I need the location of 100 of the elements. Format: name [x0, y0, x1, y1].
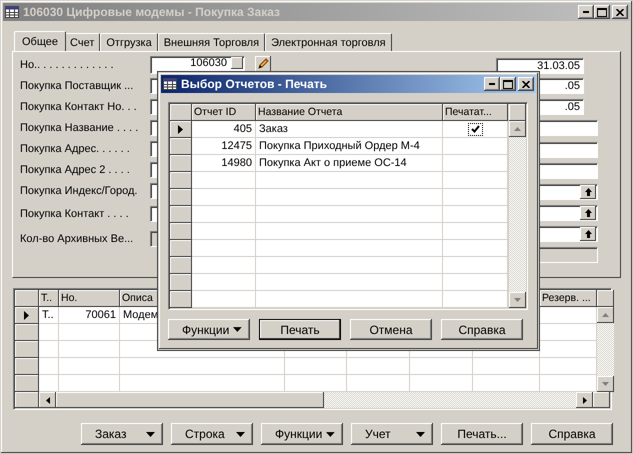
- row-header[interactable]: [170, 138, 192, 155]
- field-label: Покупка Адрес 2 . . . .: [20, 164, 131, 176]
- row-header[interactable]: [170, 240, 192, 257]
- menu-button[interactable]: Учет: [351, 423, 433, 445]
- table-cell: Покупка Акт о приеме ОС-14: [256, 155, 443, 172]
- menu-button[interactable]: Функции: [168, 319, 250, 340]
- command-button[interactable]: Справка: [531, 423, 613, 445]
- lookup-button[interactable]: [580, 226, 596, 240]
- minimize-button[interactable]: [578, 5, 594, 19]
- row-header[interactable]: [15, 358, 39, 375]
- close-button[interactable]: [612, 5, 628, 19]
- tab[interactable]: Электронная торговля: [265, 33, 392, 51]
- table-cell: [192, 257, 256, 274]
- row-header[interactable]: [170, 121, 192, 138]
- table-cell: [39, 324, 59, 341]
- tab[interactable]: Общее: [14, 31, 66, 51]
- print-button[interactable]: Печать: [259, 319, 341, 340]
- lookup-button[interactable]: [580, 184, 596, 198]
- scroll-down-button[interactable]: [509, 292, 526, 308]
- scroll-down-button[interactable]: [597, 376, 614, 392]
- column-header[interactable]: Резерв. ...: [540, 290, 597, 307]
- command-button[interactable]: Отмена: [350, 319, 432, 340]
- column-header[interactable]: Отчет ID: [192, 104, 256, 121]
- checkbox-cell[interactable]: [443, 138, 508, 155]
- table-icon: [163, 78, 177, 90]
- checkbox-cell[interactable]: [443, 155, 508, 172]
- row-header[interactable]: [170, 223, 192, 240]
- field-label: Кол-во Архивных Ве...: [20, 232, 134, 244]
- arrow-left-icon: [46, 396, 50, 404]
- table-cell: [59, 358, 120, 375]
- scroll-left-button[interactable]: [39, 392, 56, 408]
- table-cell: 70061: [59, 307, 120, 324]
- row-header[interactable]: [170, 274, 192, 291]
- tab[interactable]: Отгрузка: [100, 33, 158, 51]
- window-title: 106030 Цифровые модемы - Покупка Заказ: [23, 5, 282, 19]
- arrow-up-icon: [514, 127, 521, 131]
- minimize-button[interactable]: [484, 77, 500, 91]
- horizontal-scrollbar[interactable]: [39, 392, 593, 408]
- scroll-thumb[interactable]: [56, 392, 324, 408]
- table-cell: [192, 189, 256, 206]
- command-button[interactable]: Печать...: [441, 423, 523, 445]
- row-header[interactable]: [15, 375, 39, 392]
- caret-icon: [236, 432, 245, 436]
- row-header[interactable]: [170, 155, 192, 172]
- checkbox-cell[interactable]: [443, 121, 508, 138]
- arrow-up-icon: [584, 188, 592, 196]
- field-label: Покупка Контакт . . . .: [20, 208, 130, 220]
- row-header[interactable]: [170, 257, 192, 274]
- table-cell: [285, 375, 347, 392]
- row-header[interactable]: [170, 206, 192, 223]
- menu-button[interactable]: Строка: [171, 423, 253, 445]
- field-label: Покупка Контакт Но. . .: [20, 100, 138, 112]
- column-header[interactable]: Т..: [39, 290, 59, 307]
- checkbox[interactable]: [468, 122, 482, 136]
- table-cell: [192, 223, 256, 240]
- maximize-button[interactable]: [500, 77, 516, 91]
- lookup-button[interactable]: [580, 206, 596, 220]
- date-field[interactable]: 31.03.05: [496, 58, 584, 74]
- row-pointer-icon: [24, 310, 29, 320]
- menu-button[interactable]: Заказ: [81, 423, 163, 445]
- maximize-icon: [503, 80, 513, 88]
- table-cell: [192, 274, 256, 291]
- table-cell: [540, 375, 597, 392]
- table-cell: [443, 240, 508, 257]
- table-cell: [39, 341, 59, 358]
- vertical-scrollbar[interactable]: [597, 307, 614, 392]
- edit-button[interactable]: [255, 56, 271, 72]
- lookup-button[interactable]: [231, 57, 243, 69]
- table-cell: [443, 206, 508, 223]
- table-cell: [192, 172, 256, 189]
- close-icon: [522, 80, 530, 88]
- pencil-icon: [257, 58, 269, 70]
- field-label: Покупка Поставщик ...: [20, 80, 134, 92]
- column-header[interactable]: Печатат...: [443, 104, 508, 121]
- menu-button[interactable]: Функции: [261, 423, 343, 445]
- arrow-up-icon: [602, 313, 609, 317]
- row-header[interactable]: [170, 291, 192, 308]
- table-cell: Заказ: [256, 121, 443, 138]
- scroll-up-button[interactable]: [509, 121, 526, 137]
- scroll-up-button[interactable]: [597, 307, 614, 323]
- close-button[interactable]: [518, 77, 534, 91]
- tab[interactable]: Внешняя Торговля: [158, 33, 266, 51]
- table-cell: Покупка Приходный Ордер М-4: [256, 138, 443, 155]
- row-header[interactable]: [170, 189, 192, 206]
- table-cell: 14980: [192, 155, 256, 172]
- column-header[interactable]: Название Отчета: [256, 104, 443, 121]
- vertical-scrollbar[interactable]: [509, 121, 526, 308]
- table-cell: [347, 375, 410, 392]
- row-header[interactable]: [170, 172, 192, 189]
- maximize-button[interactable]: [594, 5, 610, 19]
- row-header[interactable]: [15, 341, 39, 358]
- row-header[interactable]: [15, 307, 39, 324]
- scroll-right-button[interactable]: [576, 392, 593, 408]
- arrow-down-icon: [514, 298, 521, 302]
- tab[interactable]: Счет: [64, 33, 100, 51]
- table-cell: [59, 375, 120, 392]
- column-header[interactable]: Но.: [59, 290, 120, 307]
- command-button[interactable]: Справка: [441, 319, 523, 340]
- table-cell: [285, 358, 347, 375]
- row-header[interactable]: [15, 324, 39, 341]
